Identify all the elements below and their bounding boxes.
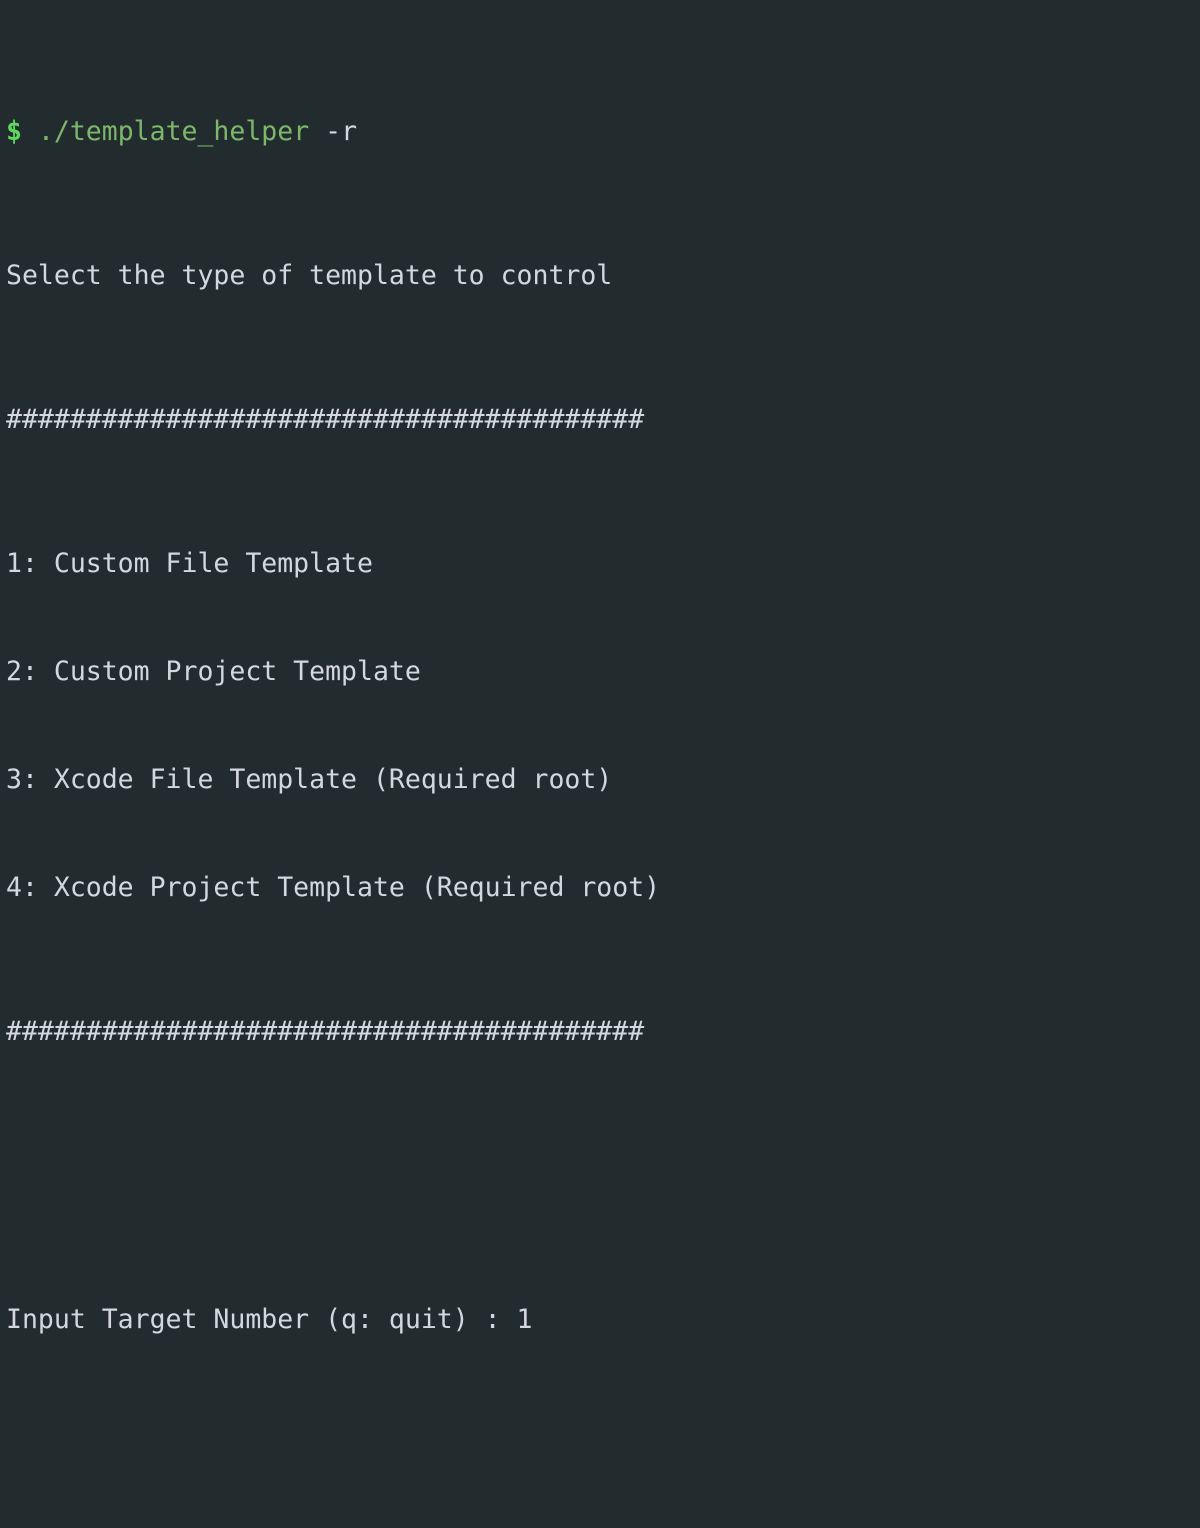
prompt-line: $ ./template_helper -r	[6, 114, 1200, 150]
type-prompt-input[interactable]: 1	[517, 1304, 533, 1335]
terminal-window[interactable]: $ ./template_helper -r Select the type o…	[0, 0, 1200, 1335]
divider-rule-bottom: ########################################	[6, 1016, 645, 1047]
divider-rule-top: ########################################	[6, 404, 645, 435]
command-space	[309, 116, 325, 147]
menu-item-4[interactable]: 4: Xcode Project Template (Required root…	[6, 870, 1200, 906]
header-text: Select the type of template to control	[6, 260, 613, 291]
menu-item-1[interactable]: 1: Custom File Template	[6, 546, 1200, 582]
command-text: ./template_helper	[37, 116, 310, 147]
menu-item-3[interactable]: 3: Xcode File Template (Required root)	[6, 762, 1200, 798]
prompt-sigil: $	[6, 116, 22, 147]
type-prompt-line[interactable]: Input Target Number (q: quit) : 1	[6, 1302, 1200, 1338]
command-flag: -r	[325, 116, 358, 147]
menu-item-2[interactable]: 2: Custom Project Template	[6, 654, 1200, 690]
type-prompt-label: Input Target Number (q: quit) :	[6, 1304, 517, 1335]
